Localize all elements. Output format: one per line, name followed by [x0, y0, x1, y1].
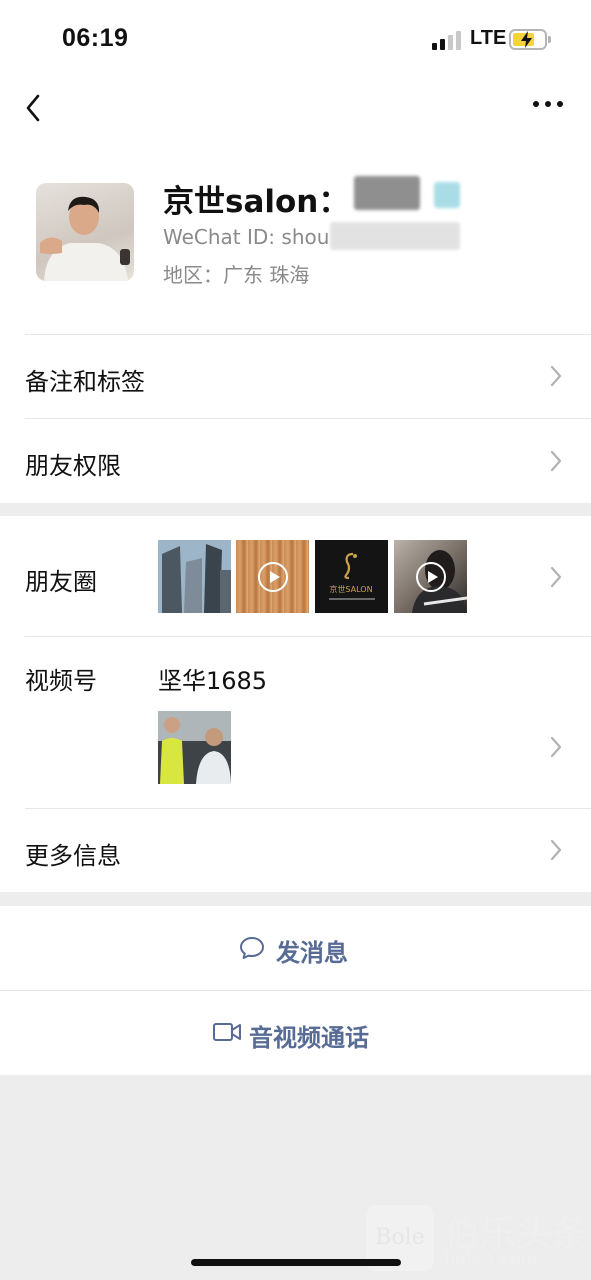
chat-bubble-icon	[239, 935, 265, 961]
actions-group: 发消息 音视频通话	[0, 906, 591, 1075]
battery-icon	[509, 29, 551, 50]
nav-bar	[0, 80, 591, 134]
video-call-button[interactable]: 音视频通话	[0, 991, 591, 1075]
salon-logo-text: 京世SALON	[329, 584, 372, 594]
content-group: 朋友圈 京世SALON 视频号 坚华1685 更多信息	[0, 516, 591, 892]
network-type: LTE	[470, 27, 507, 49]
more-info-row[interactable]: 更多信息	[0, 809, 591, 892]
friend-permissions-label: 朋友权限	[25, 452, 121, 480]
redacted-name-mask	[354, 176, 420, 210]
friend-permissions-row[interactable]: 朋友权限	[0, 419, 591, 503]
remarks-tags-row[interactable]: 备注和标签	[0, 334, 591, 418]
chevron-right-icon	[549, 364, 563, 388]
channels-thumbnail[interactable]	[158, 711, 231, 784]
home-indicator[interactable]	[191, 1259, 401, 1266]
redacted-name-mask	[434, 182, 460, 208]
moments-label: 朋友圈	[25, 568, 97, 596]
send-message-label: 发消息	[276, 939, 348, 967]
settings-group: 备注和标签 朋友权限	[0, 334, 591, 503]
channels-row[interactable]: 视频号 坚华1685	[0, 637, 591, 808]
status-time: 06:19	[62, 24, 129, 52]
signal-icon	[432, 30, 464, 50]
moments-thumbnail[interactable]: 京世SALON	[315, 540, 388, 613]
wechat-id: WeChat ID: shou	[163, 225, 330, 249]
moments-video-thumbnail[interactable]	[394, 540, 467, 613]
back-arrow-icon[interactable]	[20, 88, 48, 128]
chevron-right-icon	[549, 735, 563, 759]
chevron-right-icon	[549, 449, 563, 473]
moments-thumbnail[interactable]	[158, 540, 231, 613]
moments-row[interactable]: 朋友圈 京世SALON	[0, 516, 591, 636]
avatar[interactable]	[36, 183, 134, 281]
watermark-url: bole9.com	[444, 1249, 539, 1270]
remarks-tags-label: 备注和标签	[25, 368, 145, 396]
more-options-icon[interactable]	[530, 94, 566, 114]
redacted-id-mask	[330, 222, 460, 250]
moments-video-thumbnail[interactable]	[236, 540, 309, 613]
send-message-button[interactable]: 发消息	[0, 906, 591, 990]
video-camera-icon	[212, 1021, 242, 1043]
chevron-right-icon	[549, 565, 563, 589]
channels-label: 视频号	[25, 667, 97, 695]
region: 地区：广东 珠海	[163, 263, 310, 287]
play-icon	[258, 562, 288, 592]
profile-name: 京世salon：	[163, 184, 350, 220]
more-info-label: 更多信息	[25, 842, 121, 870]
play-icon	[416, 562, 446, 592]
chevron-right-icon	[549, 838, 563, 862]
video-call-label: 音视频通话	[249, 1024, 369, 1052]
channels-name: 坚华1685	[158, 667, 268, 695]
status-bar: 06:19 LTE	[0, 0, 591, 80]
profile-header: 京世salon： WeChat ID: shou 地区：广东 珠海	[0, 134, 591, 334]
